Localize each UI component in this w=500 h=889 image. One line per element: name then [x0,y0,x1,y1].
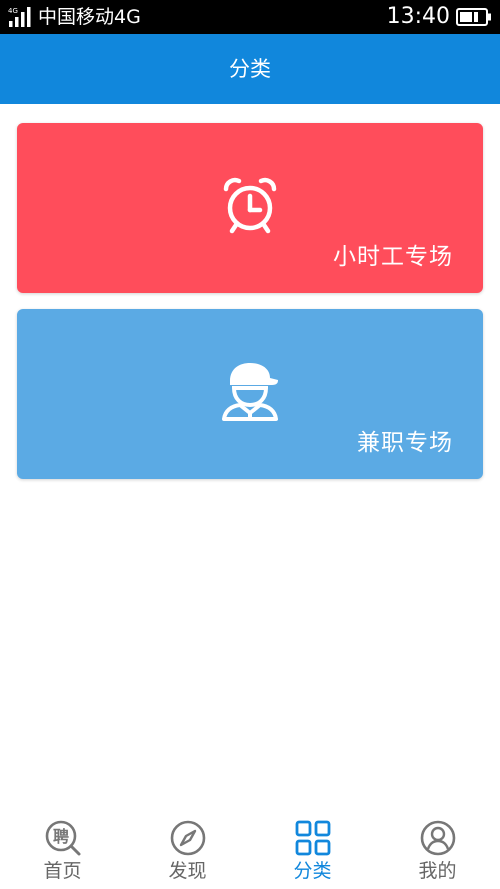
grid-icon [295,820,331,856]
carrier-name: 中国移动4G [38,6,141,28]
nav-item-mine[interactable]: 我的 [375,809,500,889]
user-icon [420,820,456,856]
part-time-card[interactable]: 兼职专场 [17,309,483,479]
hourly-work-card[interactable]: 小时工专场 [17,123,483,293]
nav-label-category: 分类 [293,860,332,882]
status-time: 13:40 [386,4,450,29]
status-bar: 4G 中国移动4G 13:40 [0,0,500,34]
compass-icon [170,820,206,856]
battery-icon [456,8,491,26]
page-title: 分类 [229,57,271,81]
nav-label-discover: 发现 [168,860,207,882]
nav-item-home[interactable]: 聘 首页 [0,809,125,889]
svg-text:聘: 聘 [53,827,69,846]
nav-item-category[interactable]: 分类 [250,809,375,889]
nav-label-home: 首页 [43,860,82,882]
app-header: 分类 [0,34,500,104]
alarm-clock-icon [223,177,277,234]
signal-icon: 4G [8,7,31,27]
part-time-label: 兼职专场 [357,430,453,456]
hire-search-icon: 聘 [45,820,81,856]
nav-label-mine: 我的 [418,860,457,882]
network-badge: 4G [8,7,18,15]
worker-cap-icon [222,363,278,421]
nav-item-discover[interactable]: 发现 [125,809,250,889]
hourly-work-label: 小时工专场 [333,244,453,270]
bottom-nav: 聘 首页 发现 分类 我的 [0,809,500,889]
